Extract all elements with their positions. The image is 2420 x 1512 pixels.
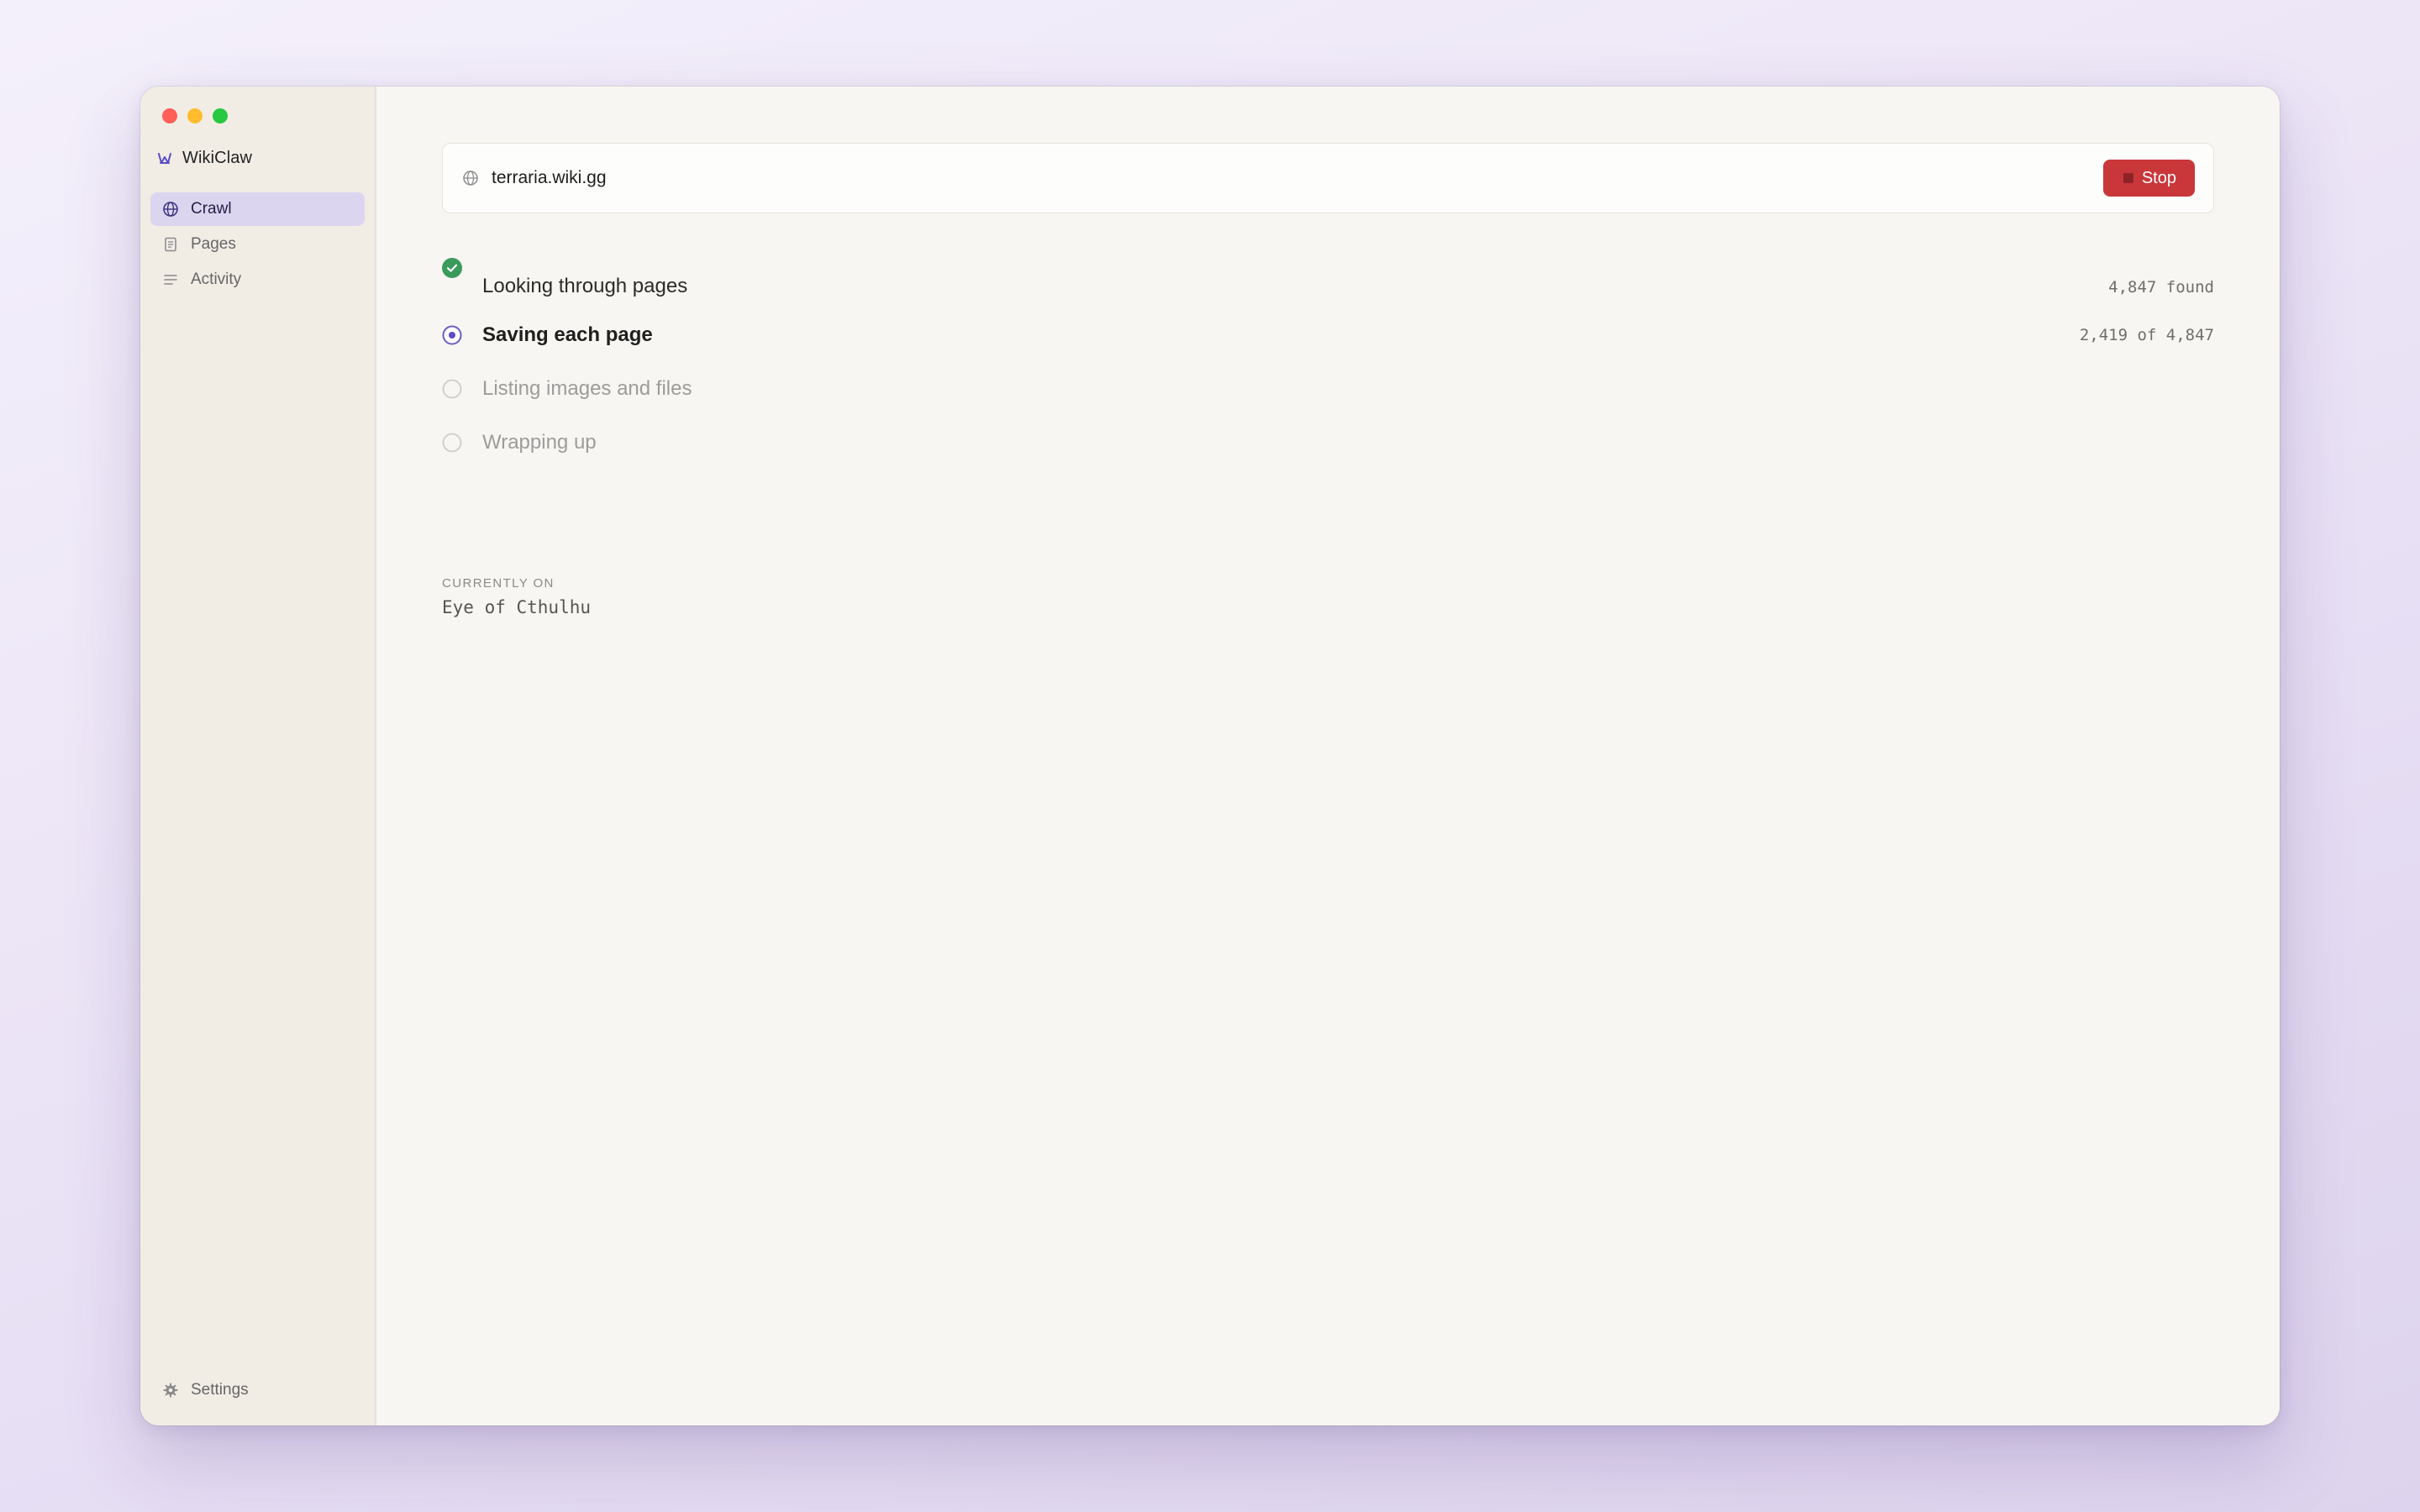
stop-button[interactable]: Stop xyxy=(2102,160,2195,197)
step-saving-each-page: Saving each page 2,419 of 4,847 xyxy=(442,308,2214,362)
sidebar-item-label: Crawl xyxy=(191,200,232,218)
step-label: Saving each page xyxy=(482,323,653,346)
list-icon xyxy=(162,271,179,288)
globe-icon xyxy=(162,201,179,218)
sidebar-item-settings[interactable]: Settings xyxy=(150,1373,365,1407)
window-controls xyxy=(162,108,228,123)
claw-icon xyxy=(157,151,172,166)
step-wrapping-up: Wrapping up xyxy=(442,416,2214,470)
gear-icon xyxy=(162,1382,179,1399)
sidebar-item-label: Pages xyxy=(191,235,236,253)
step-looking-through-pages: Looking through pages 4,847 found xyxy=(442,255,2214,308)
check-circle-icon xyxy=(442,258,462,278)
sidebar-item-pages[interactable]: Pages xyxy=(150,228,365,261)
step-label: Wrapping up xyxy=(482,431,597,454)
progress-radio-icon xyxy=(442,325,462,345)
step-count: 4,847 found xyxy=(2108,278,2214,297)
app-brand: WikiClaw xyxy=(157,149,252,168)
sidebar-item-label: Activity xyxy=(191,270,242,288)
sidebar: WikiClaw Crawl Pages Activity Settings xyxy=(140,87,376,1425)
currently-on-label: CURRENTLY ON xyxy=(442,576,555,591)
close-window-button[interactable] xyxy=(162,108,177,123)
app-name: WikiClaw xyxy=(182,149,253,167)
sidebar-item-label: Settings xyxy=(191,1381,249,1399)
step-count: 2,419 of 4,847 xyxy=(2079,326,2214,344)
sidebar-item-activity[interactable]: Activity xyxy=(150,263,365,297)
step-label: Listing images and files xyxy=(482,377,692,400)
current-page-title: Eye of Cthulhu xyxy=(442,597,592,617)
url-input[interactable]: terraria.wiki.gg xyxy=(492,168,2103,188)
stop-button-label: Stop xyxy=(2141,168,2176,187)
sidebar-nav: Crawl Pages Activity xyxy=(150,192,365,298)
currently-on: CURRENTLY ON Eye of Cthulhu xyxy=(442,576,591,617)
empty-circle-icon xyxy=(442,379,462,399)
crawl-steps: Looking through pages 4,847 found Saving… xyxy=(442,255,2214,470)
sidebar-footer: Settings xyxy=(150,1373,365,1409)
url-bar: terraria.wiki.gg Stop xyxy=(442,143,2214,213)
globe-icon xyxy=(461,169,480,187)
step-label: Looking through pages xyxy=(482,275,688,297)
document-icon xyxy=(162,236,179,253)
app-window: WikiClaw Crawl Pages Activity Settings t… xyxy=(140,87,2280,1425)
main-content: terraria.wiki.gg Stop Looking through pa… xyxy=(376,87,2280,1425)
zoom-window-button[interactable] xyxy=(213,108,228,123)
minimize-window-button[interactable] xyxy=(187,108,203,123)
stop-icon xyxy=(2123,173,2133,183)
empty-circle-icon xyxy=(442,433,462,453)
sidebar-item-crawl[interactable]: Crawl xyxy=(150,192,365,226)
step-listing-images-and-files: Listing images and files xyxy=(442,362,2214,416)
